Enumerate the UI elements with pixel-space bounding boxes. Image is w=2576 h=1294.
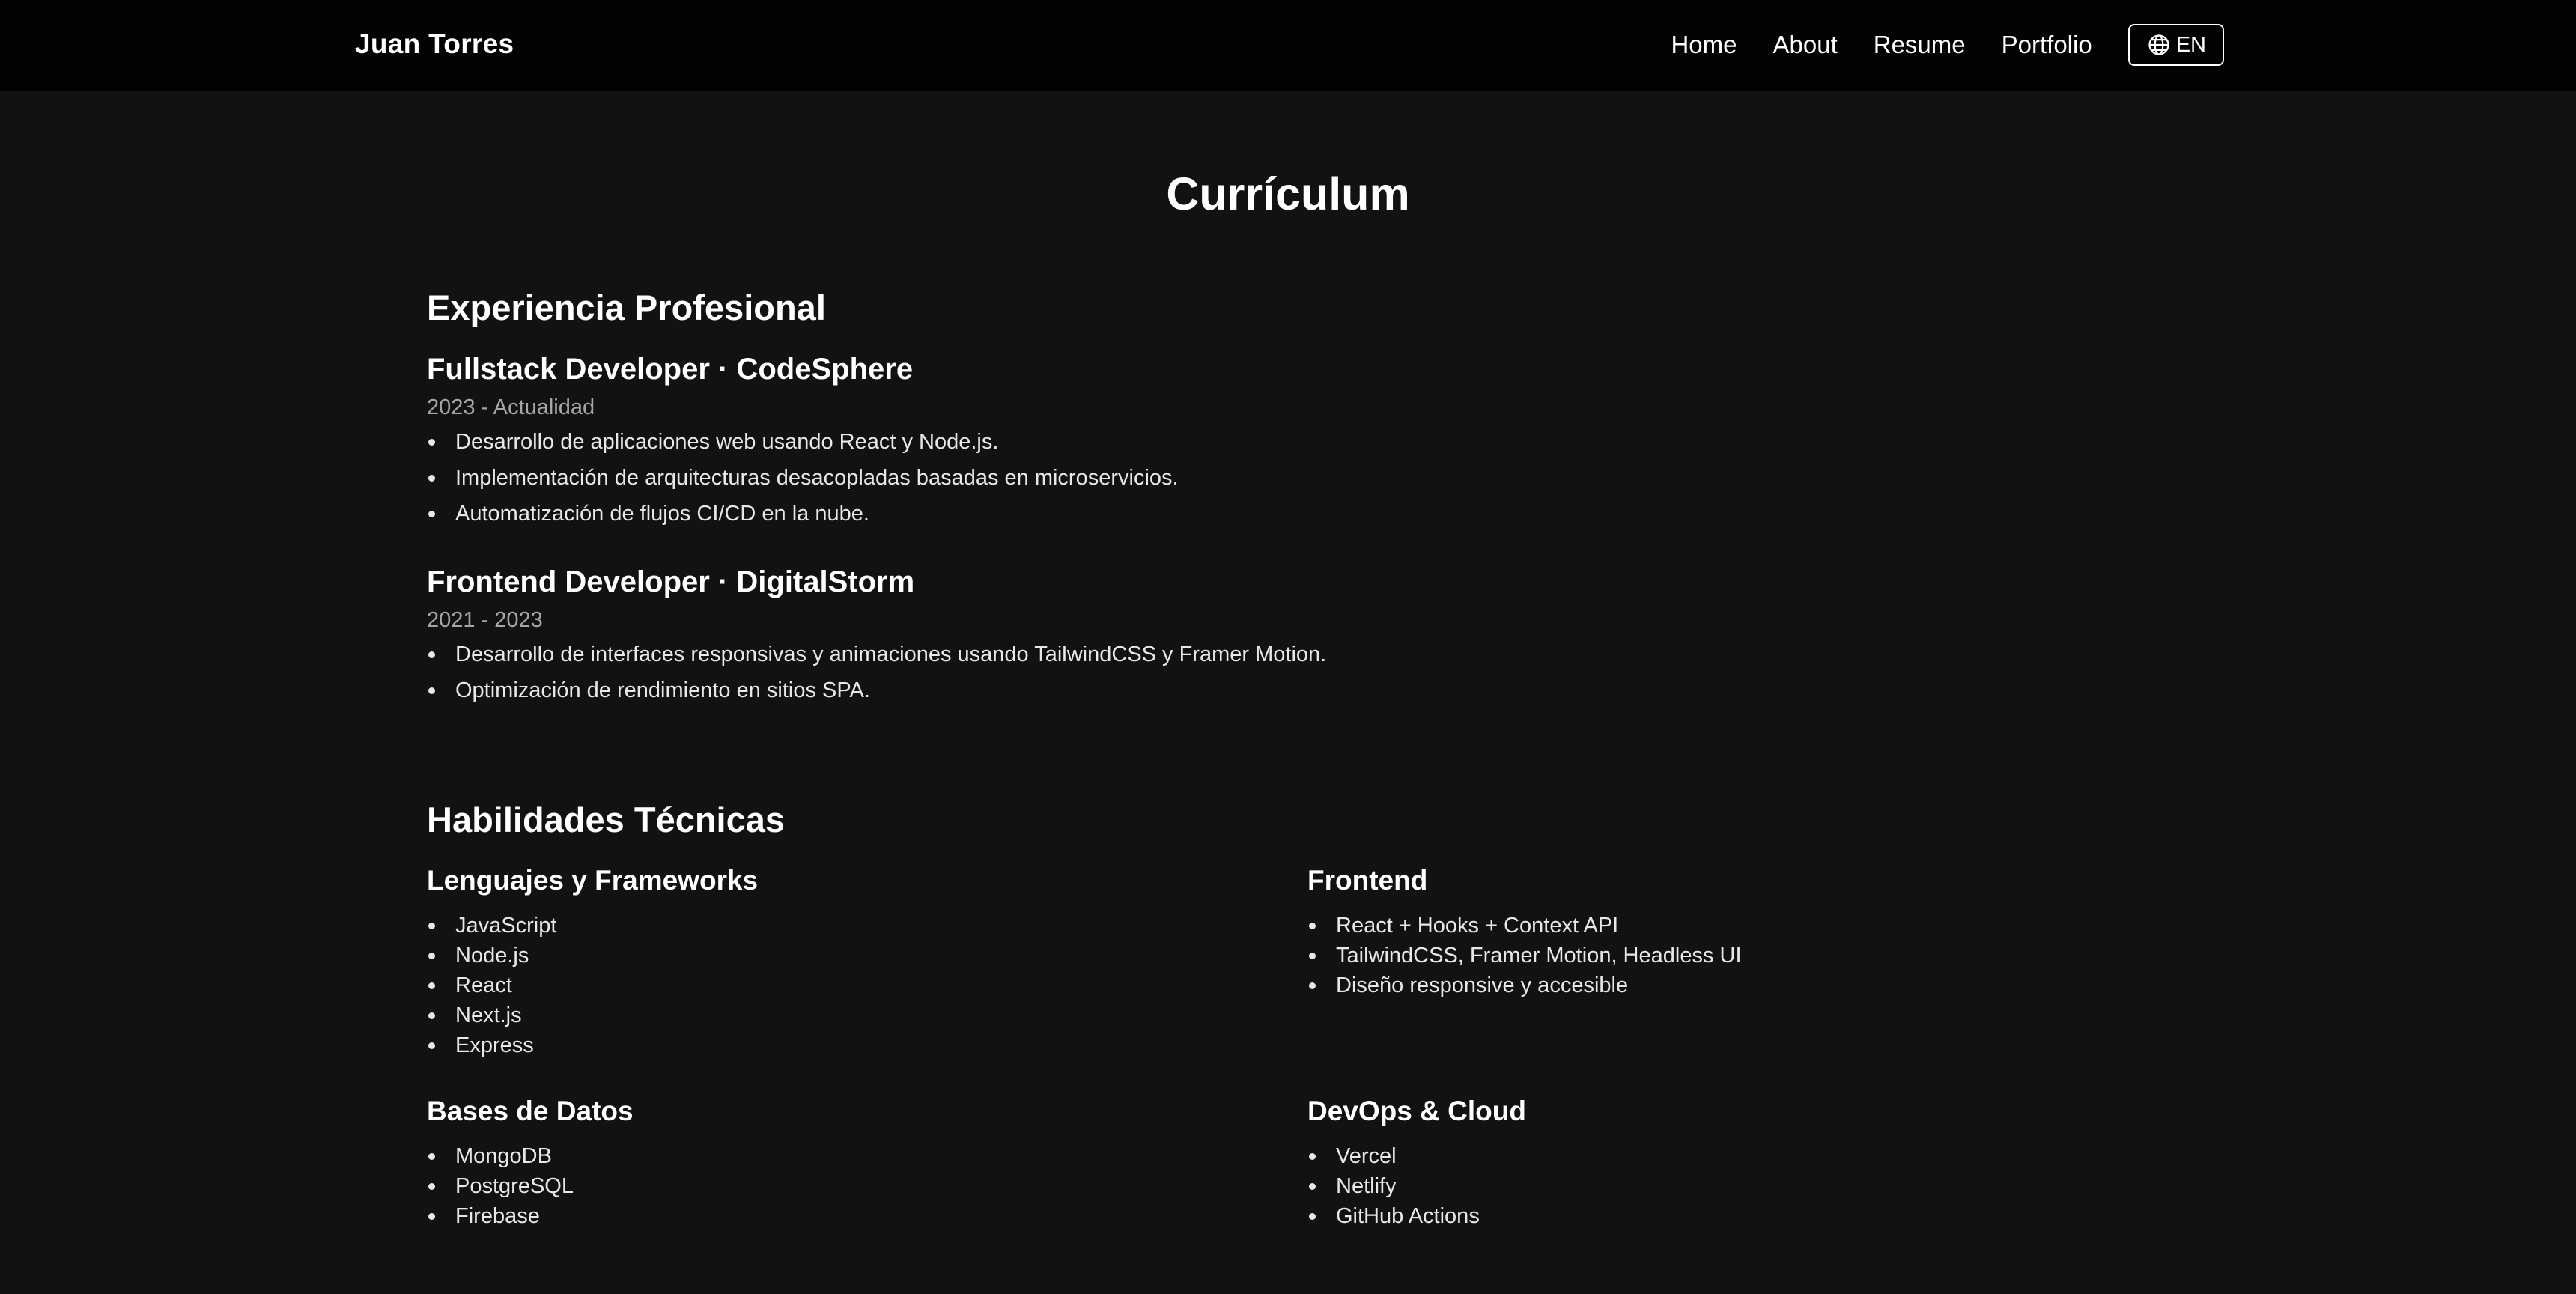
list-item: Automatización de flujos CI/CD en la nub…: [428, 496, 2149, 532]
skill-group-devops: DevOps & Cloud Vercel Netlify GitHub Act…: [1307, 1089, 2131, 1231]
nav-home-link[interactable]: Home: [1671, 31, 1737, 59]
job-title: Fullstack Developer · CodeSphere: [427, 353, 914, 386]
list-item: TailwindCSS, Framer Motion, Headless UI: [1309, 941, 2131, 970]
nav-portfolio-link[interactable]: Portfolio: [2002, 31, 2092, 59]
globe-icon: [2148, 34, 2169, 55]
top-navbar: Juan Torres Home About Resume Portfolio …: [0, 0, 2576, 91]
job-title: Frontend Developer · DigitalStorm: [427, 565, 915, 598]
list-item: Diseño responsive y accesible: [1309, 970, 2131, 1000]
list-item: Desarrollo de interfaces responsivas y a…: [428, 637, 2149, 672]
skill-group-title: DevOps & Cloud: [1307, 1096, 1526, 1126]
experience-section: Experiencia Profesional Fullstack Develo…: [427, 280, 2149, 708]
nav-resume-link[interactable]: Resume: [1874, 31, 1966, 59]
list-item: Express: [428, 1030, 1307, 1060]
skill-group-frontend: Frontend React + Hooks + Context API Tai…: [1307, 858, 2131, 1060]
list-item: Node.js: [428, 941, 1307, 970]
list-item: Implementación de arquitecturas desacopl…: [428, 460, 2149, 496]
list-item: MongoDB: [428, 1141, 1307, 1171]
skill-group-languages: Lenguajes y Frameworks JavaScript Node.j…: [427, 858, 1307, 1060]
skills-grid: Lenguajes y Frameworks JavaScript Node.j…: [427, 858, 2149, 1260]
skill-list: JavaScript Node.js React Next.js Express: [427, 911, 1307, 1060]
skills-section: Habilidades Técnicas Lenguajes y Framewo…: [427, 792, 2149, 1260]
skill-group-title: Frontend: [1307, 865, 1428, 896]
job-entry: Fullstack Developer · CodeSphere 2023 - …: [427, 347, 2149, 532]
skills-title: Habilidades Técnicas: [427, 800, 786, 839]
resume-content: Experiencia Profesional Fullstack Develo…: [427, 280, 2149, 1260]
list-item: React + Hooks + Context API: [1309, 911, 2131, 941]
list-item: Netlify: [1309, 1171, 2131, 1201]
list-item: GitHub Actions: [1309, 1201, 2131, 1231]
skill-group-databases: Bases de Datos MongoDB PostgreSQL Fireba…: [427, 1089, 1307, 1231]
skill-list: React + Hooks + Context API TailwindCSS,…: [1307, 911, 2131, 1000]
job-period: 2023 - Actualidad: [427, 395, 595, 419]
language-toggle-button[interactable]: EN: [2127, 24, 2224, 66]
list-item: PostgreSQL: [428, 1171, 1307, 1201]
job-entry: Frontend Developer · DigitalStorm 2021 -…: [427, 560, 2149, 708]
skill-group-title: Bases de Datos: [427, 1096, 634, 1126]
skill-list: Vercel Netlify GitHub Actions: [1307, 1141, 2131, 1231]
list-item: JavaScript: [428, 911, 1307, 941]
experience-title: Experiencia Profesional: [427, 288, 826, 327]
job-period: 2021 - 2023: [427, 608, 543, 632]
list-item: Next.js: [428, 1000, 1307, 1030]
skill-list: MongoDB PostgreSQL Firebase: [427, 1141, 1307, 1231]
list-item: Vercel: [1309, 1141, 2131, 1171]
brand-name[interactable]: Juan Torres: [355, 28, 514, 60]
main-nav: Home About Resume Portfolio EN: [1635, 22, 2224, 68]
list-item: Firebase: [428, 1201, 1307, 1231]
nav-about-link[interactable]: About: [1773, 31, 1838, 59]
job-bullets: Desarrollo de interfaces responsivas y a…: [427, 637, 2149, 708]
list-item: React: [428, 970, 1307, 1000]
language-label: EN: [2175, 32, 2206, 57]
skill-group-title: Lenguajes y Frameworks: [427, 865, 759, 896]
page-title: Currículum: [1166, 168, 1410, 219]
list-item: Optimización de rendimiento en sitios SP…: [428, 672, 2149, 708]
job-bullets: Desarrollo de aplicaciones web usando Re…: [427, 424, 2149, 532]
list-item: Desarrollo de aplicaciones web usando Re…: [428, 424, 2149, 460]
